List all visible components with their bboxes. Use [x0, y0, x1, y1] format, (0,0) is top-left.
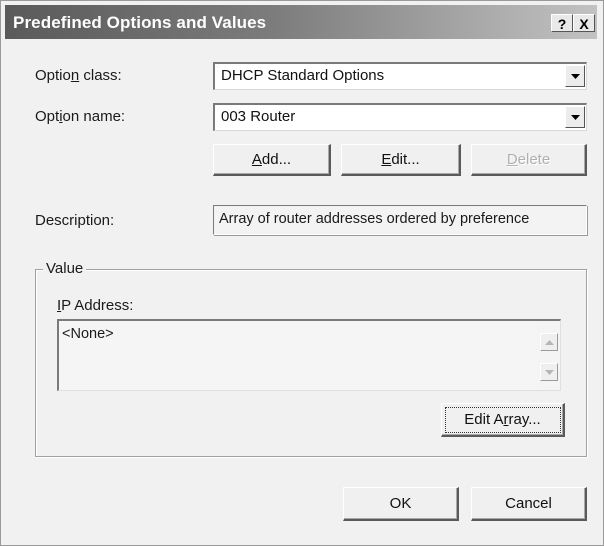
option-class-value: DHCP Standard Options [221, 67, 385, 84]
scroll-down-icon [545, 370, 554, 375]
option-name-label: Option name: [35, 108, 126, 125]
delete-button[interactable]: Delete [471, 144, 587, 176]
chevron-down-icon [571, 115, 580, 120]
chevron-down-icon [571, 74, 580, 79]
dialog-title: Predefined Options and Values [13, 13, 267, 32]
scroll-up-icon [545, 340, 554, 345]
title-bar[interactable]: Predefined Options and Values ? X [5, 5, 597, 39]
help-button[interactable]: ? [551, 14, 573, 32]
add-button[interactable]: Add... [213, 144, 331, 176]
list-item[interactable]: <None> [62, 326, 114, 342]
ip-address-label: IP Address: [57, 297, 134, 314]
scroll-down-button[interactable] [540, 363, 558, 381]
ip-list-scrollbar[interactable] [538, 321, 560, 390]
predefined-options-dialog: Predefined Options and Values ? X Option… [0, 0, 604, 546]
description-text: Array of router addresses ordered by pre… [219, 211, 530, 227]
value-group-legend: Value [43, 260, 87, 277]
option-name-dropdown[interactable]: 003 Router [213, 103, 587, 131]
option-name-dropdown-arrow[interactable] [565, 106, 585, 128]
edit-array-button[interactable]: Edit Array... [441, 403, 565, 437]
scroll-up-button[interactable] [540, 333, 558, 351]
close-button[interactable]: X [573, 14, 595, 32]
option-class-dropdown-arrow[interactable] [565, 65, 585, 87]
edit-button[interactable]: Edit... [341, 144, 461, 176]
option-class-dropdown[interactable]: DHCP Standard Options [213, 62, 587, 90]
cancel-button[interactable]: Cancel [471, 487, 587, 521]
description-label: Description: [35, 212, 115, 229]
option-class-label: Option class: [35, 67, 122, 84]
option-name-value: 003 Router [221, 108, 296, 125]
ok-button[interactable]: OK [343, 487, 459, 521]
description-box: Array of router addresses ordered by pre… [213, 205, 587, 235]
ip-address-list[interactable]: <None> [57, 319, 561, 391]
